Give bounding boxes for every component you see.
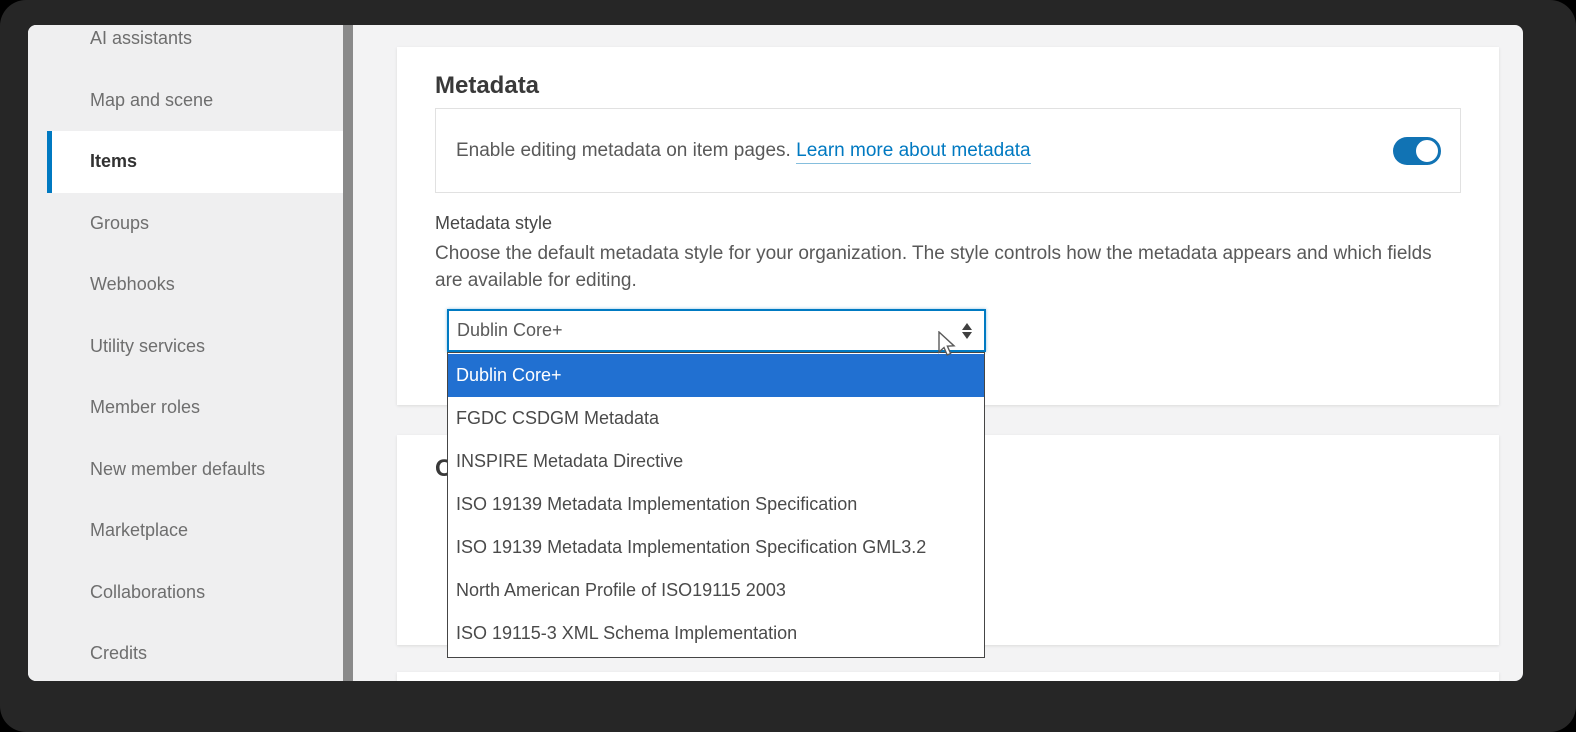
sidebar-item-collaborations[interactable]: Collaborations [28, 562, 343, 624]
select-updown-icon [962, 323, 972, 339]
sidebar-item-credits[interactable]: Credits [28, 623, 343, 681]
settings-page: AI assistants Map and scene Items Groups… [28, 25, 1523, 681]
sidebar-item-marketplace[interactable]: Marketplace [28, 500, 343, 562]
enable-metadata-toggle[interactable] [1393, 137, 1439, 165]
sidebar-nav-list: AI assistants Map and scene Items Groups… [28, 25, 343, 681]
sidebar-item-label: Utility services [90, 336, 205, 357]
app-window: AI assistants Map and scene Items Groups… [0, 0, 1576, 732]
enable-metadata-text: Enable editing metadata on item pages. L… [456, 140, 1031, 162]
metadata-style-select[interactable]: Dublin Core+ [447, 309, 986, 352]
sidebar-item-utility-services[interactable]: Utility services [28, 316, 343, 378]
sidebar-item-label: New member defaults [90, 459, 265, 480]
sidebar-item-groups[interactable]: Groups [28, 193, 343, 255]
sidebar-item-label: Groups [90, 213, 149, 234]
sidebar-item-ai-assistants[interactable]: AI assistants [28, 25, 343, 70]
sidebar-item-items[interactable]: Items [47, 131, 343, 193]
sidebar-item-new-member-defaults[interactable]: New member defaults [28, 439, 343, 501]
metadata-style-description: Choose the default metadata style for yo… [435, 240, 1443, 294]
sidebar-item-label: Webhooks [90, 274, 175, 295]
learn-more-metadata-link[interactable]: Learn more about metadata [796, 140, 1031, 164]
toggle-knob [1413, 137, 1441, 165]
enable-metadata-label: Enable editing metadata on item pages. [456, 140, 796, 161]
dropdown-option-iso-19139[interactable]: ISO 19139 Metadata Implementation Specif… [448, 483, 984, 526]
enable-metadata-row: Enable editing metadata on item pages. L… [435, 108, 1461, 193]
settings-sidebar: AI assistants Map and scene Items Groups… [28, 25, 343, 681]
sidebar-scrollbar[interactable] [343, 25, 353, 681]
dropdown-option-fgdc-csdgm[interactable]: FGDC CSDGM Metadata [448, 397, 984, 440]
metadata-style-dropdown: Dublin Core+ FGDC CSDGM Metadata INSPIRE… [447, 352, 985, 658]
sidebar-item-label: Marketplace [90, 520, 188, 541]
mouse-cursor-icon [937, 331, 961, 359]
third-section-card [397, 672, 1499, 681]
sidebar-item-webhooks[interactable]: Webhooks [28, 254, 343, 316]
metadata-section-title: Metadata [435, 72, 1461, 100]
sidebar-item-label: Collaborations [90, 582, 205, 603]
metadata-style-select-value: Dublin Core+ [457, 320, 563, 341]
main-panel: Metadata Enable editing metadata on item… [353, 25, 1523, 681]
dropdown-option-dublin-core[interactable]: Dublin Core+ [448, 354, 984, 397]
metadata-style-label: Metadata style [435, 212, 1461, 234]
sidebar-item-label: AI assistants [90, 28, 192, 49]
sidebar-item-member-roles[interactable]: Member roles [28, 377, 343, 439]
sidebar-item-label: Credits [90, 643, 147, 664]
dropdown-option-inspire[interactable]: INSPIRE Metadata Directive [448, 440, 984, 483]
sidebar-item-label: Items [90, 151, 137, 172]
sidebar-item-map-and-scene[interactable]: Map and scene [28, 70, 343, 132]
sidebar-item-label: Map and scene [90, 90, 213, 111]
sidebar-item-label: Member roles [90, 397, 200, 418]
dropdown-option-nap-iso19115[interactable]: North American Profile of ISO19115 2003 [448, 569, 984, 612]
dropdown-option-iso-19139-gml[interactable]: ISO 19139 Metadata Implementation Specif… [448, 526, 984, 569]
dropdown-option-iso-19115-3[interactable]: ISO 19115-3 XML Schema Implementation [448, 612, 984, 655]
